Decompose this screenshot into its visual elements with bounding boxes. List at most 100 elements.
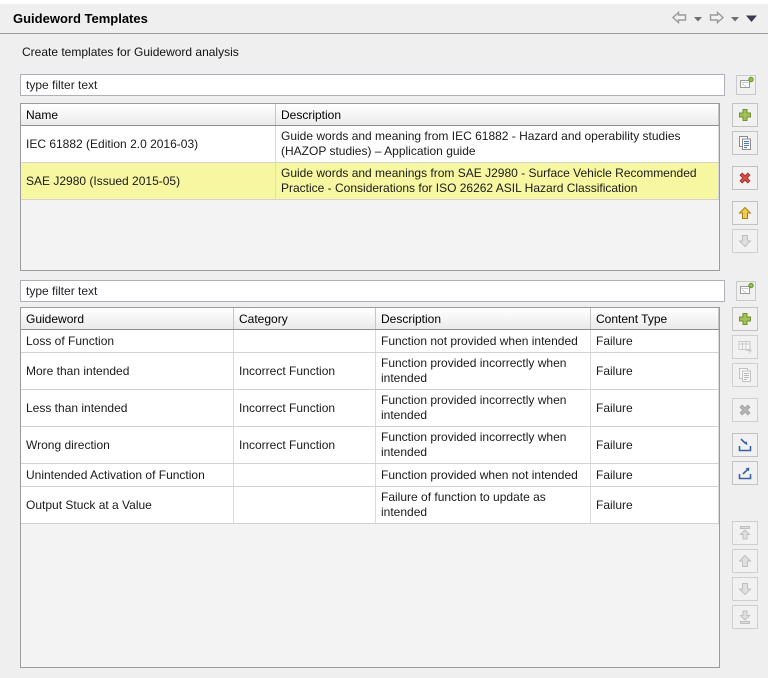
export-icon (737, 465, 753, 481)
table-cell: Guide words and meanings from SAE J2980 … (276, 163, 719, 199)
column-header-category[interactable]: Category (234, 308, 376, 329)
table-cell (234, 464, 376, 486)
column-header-guideword[interactable]: Guideword (21, 308, 234, 329)
toolbar-group (732, 433, 758, 485)
move-up-icon (737, 553, 753, 569)
table-cell: Output Stuck at a Value (21, 487, 234, 523)
copy-template-button[interactable] (732, 131, 758, 155)
table-cell: Failure (591, 353, 719, 389)
back-button[interactable] (671, 9, 688, 29)
move-guideword-bottom-button (732, 605, 758, 629)
toolbar-group (732, 398, 758, 422)
toolbar-group (732, 201, 758, 253)
table-cell: IEC 61882 (Edition 2.0 2016-03) (21, 126, 276, 162)
table-cell: Loss of Function (21, 330, 234, 352)
table-cell: Incorrect Function (234, 427, 376, 463)
move-up-icon (737, 205, 753, 221)
move-template-up-button[interactable] (732, 201, 758, 225)
templates-filter-input[interactable] (20, 74, 725, 96)
table-row[interactable]: Loss of FunctionFunction not provided wh… (21, 330, 719, 353)
page-title: Guideword Templates (13, 11, 148, 26)
hide-filter-button[interactable] (736, 281, 756, 301)
add-template-button[interactable] (732, 103, 758, 127)
back-arrow-icon (671, 10, 688, 28)
table-cell: SAE J2980 (Issued 2015-05) (21, 163, 276, 199)
guidewords-table: GuidewordCategoryDescriptionContent Type… (20, 307, 720, 668)
move-bottom-icon (737, 609, 753, 625)
add-icon (737, 311, 753, 327)
view-menu-icon (745, 12, 758, 26)
copy-icon (737, 135, 753, 151)
templates-table-body: IEC 61882 (Edition 2.0 2016-03)Guide wor… (21, 126, 719, 200)
add-icon (737, 107, 753, 123)
add-guideword-button[interactable] (732, 307, 758, 331)
move-down-icon (737, 581, 753, 597)
table-cell: Incorrect Function (234, 390, 376, 426)
forward-arrow-icon (708, 10, 725, 28)
table-row[interactable]: SAE J2980 (Issued 2015-05)Guide words an… (21, 163, 719, 200)
import-guidewords-button[interactable] (732, 433, 758, 457)
table-row[interactable]: More than intendedIncorrect FunctionFunc… (21, 353, 719, 390)
forward-button[interactable] (708, 9, 725, 29)
add-multiple-icon (737, 339, 753, 355)
hide-filter-button[interactable] (736, 75, 756, 95)
move-down-icon (737, 233, 753, 249)
back-history-dropdown[interactable] (693, 9, 703, 29)
column-header-name[interactable]: Name (21, 104, 276, 125)
toolbar-group (732, 166, 758, 190)
move-guideword-up-button (732, 549, 758, 573)
move-guideword-down-button (732, 577, 758, 601)
table-cell: Wrong direction (21, 427, 234, 463)
toolbar-group (732, 307, 758, 387)
table-row[interactable]: IEC 61882 (Edition 2.0 2016-03)Guide wor… (21, 126, 719, 163)
templates-toolbar (732, 103, 758, 253)
delete-icon (737, 402, 753, 418)
table-cell: Failure (591, 464, 719, 486)
table-cell: Failure (591, 427, 719, 463)
table-cell: Incorrect Function (234, 353, 376, 389)
copy-guideword-button (732, 363, 758, 387)
view-menu-button[interactable] (745, 9, 758, 29)
table-cell: Function provided incorrectly when inten… (376, 353, 591, 389)
column-header-content-type[interactable]: Content Type (591, 308, 719, 329)
templates-table: NameDescription IEC 61882 (Edition 2.0 2… (20, 103, 720, 271)
table-cell: Failure of function to update as intende… (376, 487, 591, 523)
table-cell: Unintended Activation of Function (21, 464, 234, 486)
table-cell: Failure (591, 390, 719, 426)
table-cell: Function provided incorrectly when inten… (376, 427, 591, 463)
guideword-templates-view: Guideword Templates Create templates for… (0, 0, 768, 678)
add-multiple-guidewords-button (732, 335, 758, 359)
table-row[interactable]: Output Stuck at a Value Failure of functi… (21, 487, 719, 524)
view-description: Create templates for Guideword analysis (22, 45, 239, 59)
forward-history-dropdown[interactable] (730, 9, 740, 29)
table-cell: Function provided incorrectly when inten… (376, 390, 591, 426)
move-guideword-top-button (732, 521, 758, 545)
guidewords-table-header: GuidewordCategoryDescriptionContent Type (21, 308, 719, 330)
column-header-description[interactable]: Description (376, 308, 591, 329)
toolbar-group (732, 521, 758, 629)
table-cell: More than intended (21, 353, 234, 389)
table-cell (234, 330, 376, 352)
guidewords-table-body: Loss of FunctionFunction not provided wh… (21, 330, 719, 524)
dropdown-caret-icon (730, 12, 740, 26)
table-row[interactable]: Less than intendedIncorrect FunctionFunc… (21, 390, 719, 427)
import-icon (737, 437, 753, 453)
copy-icon (737, 367, 753, 383)
guidewords-filter-input[interactable] (20, 280, 725, 302)
hide-filter-icon (739, 76, 754, 94)
table-row[interactable]: Wrong directionIncorrect FunctionFunctio… (21, 427, 719, 464)
column-header-description[interactable]: Description (276, 104, 719, 125)
delete-template-button[interactable] (732, 166, 758, 190)
table-cell (234, 487, 376, 523)
templates-table-header: NameDescription (21, 104, 719, 126)
delete-icon (737, 170, 753, 186)
toolbar-group (732, 103, 758, 155)
table-cell: Failure (591, 330, 719, 352)
header-nav (671, 4, 758, 34)
delete-guideword-button (732, 398, 758, 422)
table-cell: Failure (591, 487, 719, 523)
hide-filter-icon (739, 282, 754, 300)
move-top-icon (737, 525, 753, 541)
table-row[interactable]: Unintended Activation of FunctionFunctio… (21, 464, 719, 487)
export-guidewords-button[interactable] (732, 461, 758, 485)
